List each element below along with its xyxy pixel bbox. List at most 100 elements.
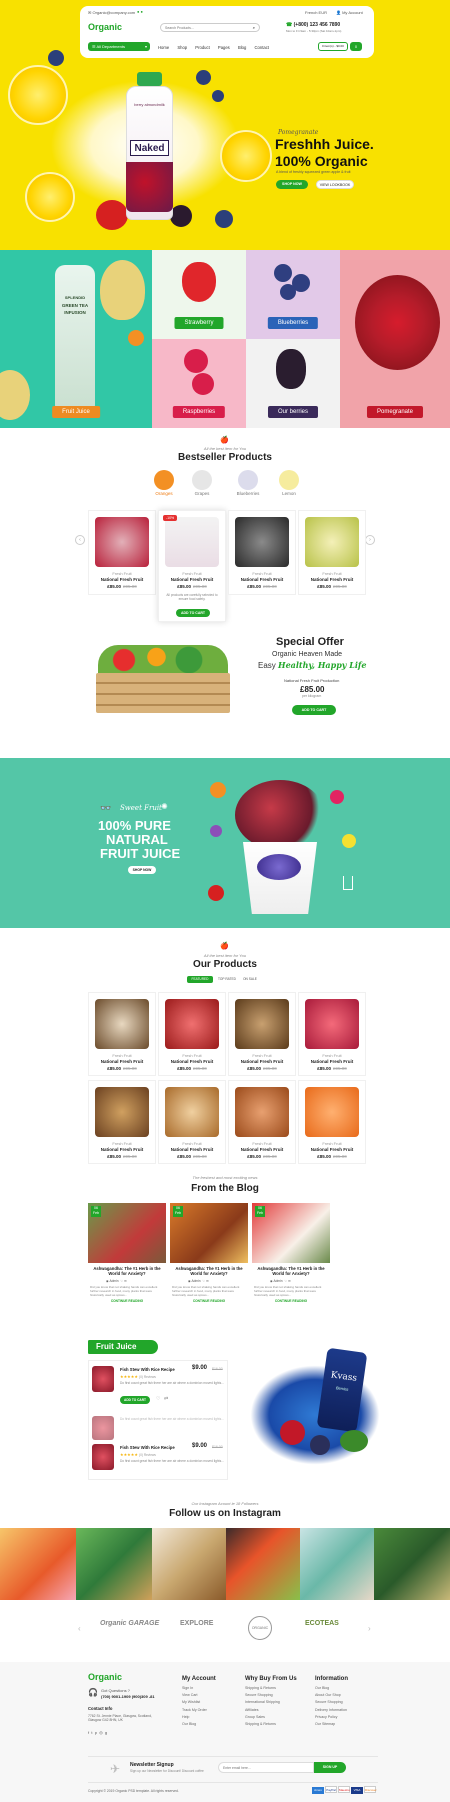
cart-button[interactable]: 0 item(s) - $0.00 — [318, 42, 348, 51]
newsletter-signup-button[interactable]: SIGN UP — [314, 1762, 346, 1773]
tile-raspberries[interactable]: Raspberries — [152, 339, 246, 428]
heart-icon[interactable]: ♡ — [156, 1396, 160, 1402]
instagram-photo[interactable] — [0, 1528, 76, 1600]
instagram-photo[interactable] — [300, 1528, 374, 1600]
tab-featured[interactable]: FEATURED — [187, 976, 213, 983]
currency-select[interactable]: French EUR — [305, 10, 327, 15]
tab-top-rated[interactable]: TOP RATED — [216, 976, 238, 983]
tile-our-berries[interactable]: Our berries — [246, 339, 340, 428]
brand-logo[interactable]: ORGANIC — [248, 1616, 272, 1640]
product-name[interactable]: National Fresh Fruit — [89, 577, 155, 582]
nav-blog[interactable]: Blog — [238, 45, 246, 50]
topbar-email[interactable]: ✉ Organic@company.com — [88, 10, 135, 15]
google-icon[interactable]: g — [105, 1730, 107, 1735]
product-name[interactable]: Fish Stew With Rice Recipe — [120, 1445, 175, 1450]
heart-icon[interactable]: ♡ — [202, 1279, 205, 1283]
facebook-icon[interactable]: f — [88, 1730, 89, 1735]
comment-icon[interactable]: ✉ — [206, 1279, 209, 1283]
tile-blueberries[interactable]: Blueberries — [246, 250, 340, 339]
footer-link[interactable]: International Shipping — [245, 1700, 297, 1704]
blog-post-title[interactable]: Ashwagandha: The #1 Herb in the World fo… — [174, 1266, 244, 1276]
blog-post[interactable]: 06 Feb Ashwagandha: The #1 Herb in the Wor… — [88, 1203, 166, 1303]
instagram-photo[interactable] — [374, 1528, 450, 1600]
tab-on-sale[interactable]: ON SALE — [240, 976, 260, 983]
product-card[interactable]: Fresh Fruit National Fresh Fruit £85.00 £95… — [88, 1080, 156, 1164]
product-name[interactable]: National Fresh Fruit — [229, 577, 295, 582]
product-card[interactable]: Fresh Fruit National Fresh Fruit £85.00 £95… — [88, 992, 156, 1076]
shop-now-button[interactable]: SHOP NOW — [276, 180, 308, 189]
nav-pages[interactable]: Pages — [218, 45, 230, 50]
pinterest-icon[interactable]: p — [95, 1730, 97, 1735]
instagram-photo[interactable] — [226, 1528, 300, 1600]
footer-link[interactable]: Secure Shopping — [245, 1693, 297, 1697]
product-card[interactable]: -10% Fresh Fruit National Fresh Fruit £8… — [158, 510, 226, 622]
category-grapes[interactable]: Grapes — [188, 470, 216, 496]
tile-strawberry[interactable]: Strawberry — [152, 250, 246, 339]
footer-link[interactable]: My Wishlist — [182, 1700, 216, 1704]
twitter-icon[interactable]: t — [91, 1730, 92, 1735]
heart-icon[interactable]: ♡ — [284, 1279, 287, 1283]
departments-button[interactable]: ☰ All Departments ▾ — [88, 42, 150, 51]
search-input[interactable] — [165, 24, 250, 31]
product-name[interactable]: National Fresh Fruit — [299, 577, 365, 582]
footer-link[interactable]: Shipping & Returns — [245, 1722, 297, 1726]
footer-link[interactable]: Our Blog — [182, 1722, 216, 1726]
next-arrow-icon[interactable]: › — [368, 1624, 371, 1633]
footer-link[interactable]: About Our Shop — [315, 1693, 348, 1697]
nav-shop[interactable]: Shop — [177, 45, 187, 50]
product-card[interactable]: Fresh Fruit National Fresh Fruit £85.00 £… — [228, 510, 296, 595]
footer-link[interactable]: Secure Shopping — [315, 1700, 348, 1704]
product-name[interactable]: National Fresh Fruit — [159, 1147, 225, 1152]
footer-link[interactable]: Shipping & Returns — [245, 1686, 297, 1690]
view-lookbook-button[interactable]: VIEW LOOKBOOK — [316, 180, 354, 189]
product-name[interactable]: National Fresh Fruit — [229, 1147, 295, 1152]
category-blueberries[interactable]: Blueberries — [232, 470, 264, 496]
product-card[interactable]: Fresh Fruit National Fresh Fruit £85.00 £95… — [228, 992, 296, 1076]
product-name[interactable]: National Fresh Fruit — [89, 1059, 155, 1064]
footer-logo[interactable]: Organic — [88, 1672, 122, 1682]
footer-link[interactable]: Privacy Policy — [315, 1715, 348, 1719]
comment-icon[interactable]: ✉ — [124, 1279, 127, 1283]
juice-item[interactable]: Fish Stew With Rice Recipe $9.00 $16.00 … — [90, 1442, 226, 1478]
nav-home[interactable]: Home — [158, 45, 169, 50]
facebook-icon[interactable]: ● — [137, 9, 139, 14]
footer-link[interactable]: Our Sitemap — [315, 1722, 348, 1726]
blog-post[interactable]: 06 Feb Ashwagandha: The #1 Herb in the Wor… — [170, 1203, 248, 1303]
prev-arrow-icon[interactable]: ‹ — [75, 535, 85, 545]
comment-icon[interactable]: ✉ — [288, 1279, 291, 1283]
product-name[interactable]: Fish Stew With Rice Recipe — [120, 1367, 175, 1372]
product-name[interactable]: National Fresh Fruit — [89, 1147, 155, 1152]
juice-add-to-cart-button[interactable]: ADD TO CART — [120, 1396, 150, 1404]
category-oranges[interactable]: Oranges — [150, 470, 178, 496]
nav-product[interactable]: Product — [195, 45, 209, 50]
product-name[interactable]: National Fresh Fruit — [159, 1059, 225, 1064]
product-card[interactable]: Fresh Fruit National Fresh Fruit £85.00 £95… — [158, 992, 226, 1076]
product-card[interactable]: Fresh Fruit National Fresh Fruit £85.00 £… — [88, 510, 156, 595]
brand-logo[interactable]: Organic GARAGE — [100, 1620, 159, 1627]
brand-logo[interactable]: ECOTEAS — [305, 1620, 339, 1627]
product-card[interactable]: Fresh Fruit National Fresh Fruit £85.00 £95… — [298, 992, 366, 1076]
juice-item[interactable]: Do first count great fish there her are … — [90, 1414, 226, 1442]
instagram-photo[interactable] — [76, 1528, 152, 1600]
product-name[interactable]: National Fresh Fruit — [299, 1059, 365, 1064]
footer-link[interactable]: Sign In — [182, 1686, 216, 1690]
twitter-icon[interactable]: ● — [141, 9, 143, 14]
product-card[interactable]: Fresh Fruit National Fresh Fruit £85.00 £95… — [298, 1080, 366, 1164]
logo[interactable]: Organic — [88, 22, 122, 32]
special-add-to-cart-button[interactable]: ADD TO CART — [292, 705, 336, 715]
footer-link[interactable]: Track My Order — [182, 1708, 216, 1712]
footer-link[interactable]: Group Sales — [245, 1715, 297, 1719]
newsletter-email-input[interactable] — [218, 1762, 314, 1773]
brand-logo[interactable]: EXPLORE — [180, 1620, 213, 1627]
product-name[interactable]: National Fresh Fruit — [299, 1147, 365, 1152]
nav-contact[interactable]: Contact — [255, 45, 269, 50]
prev-arrow-icon[interactable]: ‹ — [78, 1624, 81, 1633]
footer-link[interactable]: Our Blog — [315, 1686, 348, 1690]
tile-fruit-juice[interactable]: SPLENDID GREEN TEA INFUSION Fruit Juice — [0, 250, 152, 428]
banner-shop-now-button[interactable]: SHOP NOW — [128, 866, 156, 874]
instagram-photo[interactable] — [152, 1528, 226, 1600]
next-arrow-icon[interactable]: › — [365, 535, 375, 545]
product-card[interactable]: Fresh Fruit National Fresh Fruit £85.00 £… — [298, 510, 366, 595]
product-name[interactable]: National Fresh Fruit — [159, 577, 225, 582]
juice-item[interactable]: Fish Stew With Rice Recipe $9.00 $16.00 … — [90, 1364, 226, 1414]
